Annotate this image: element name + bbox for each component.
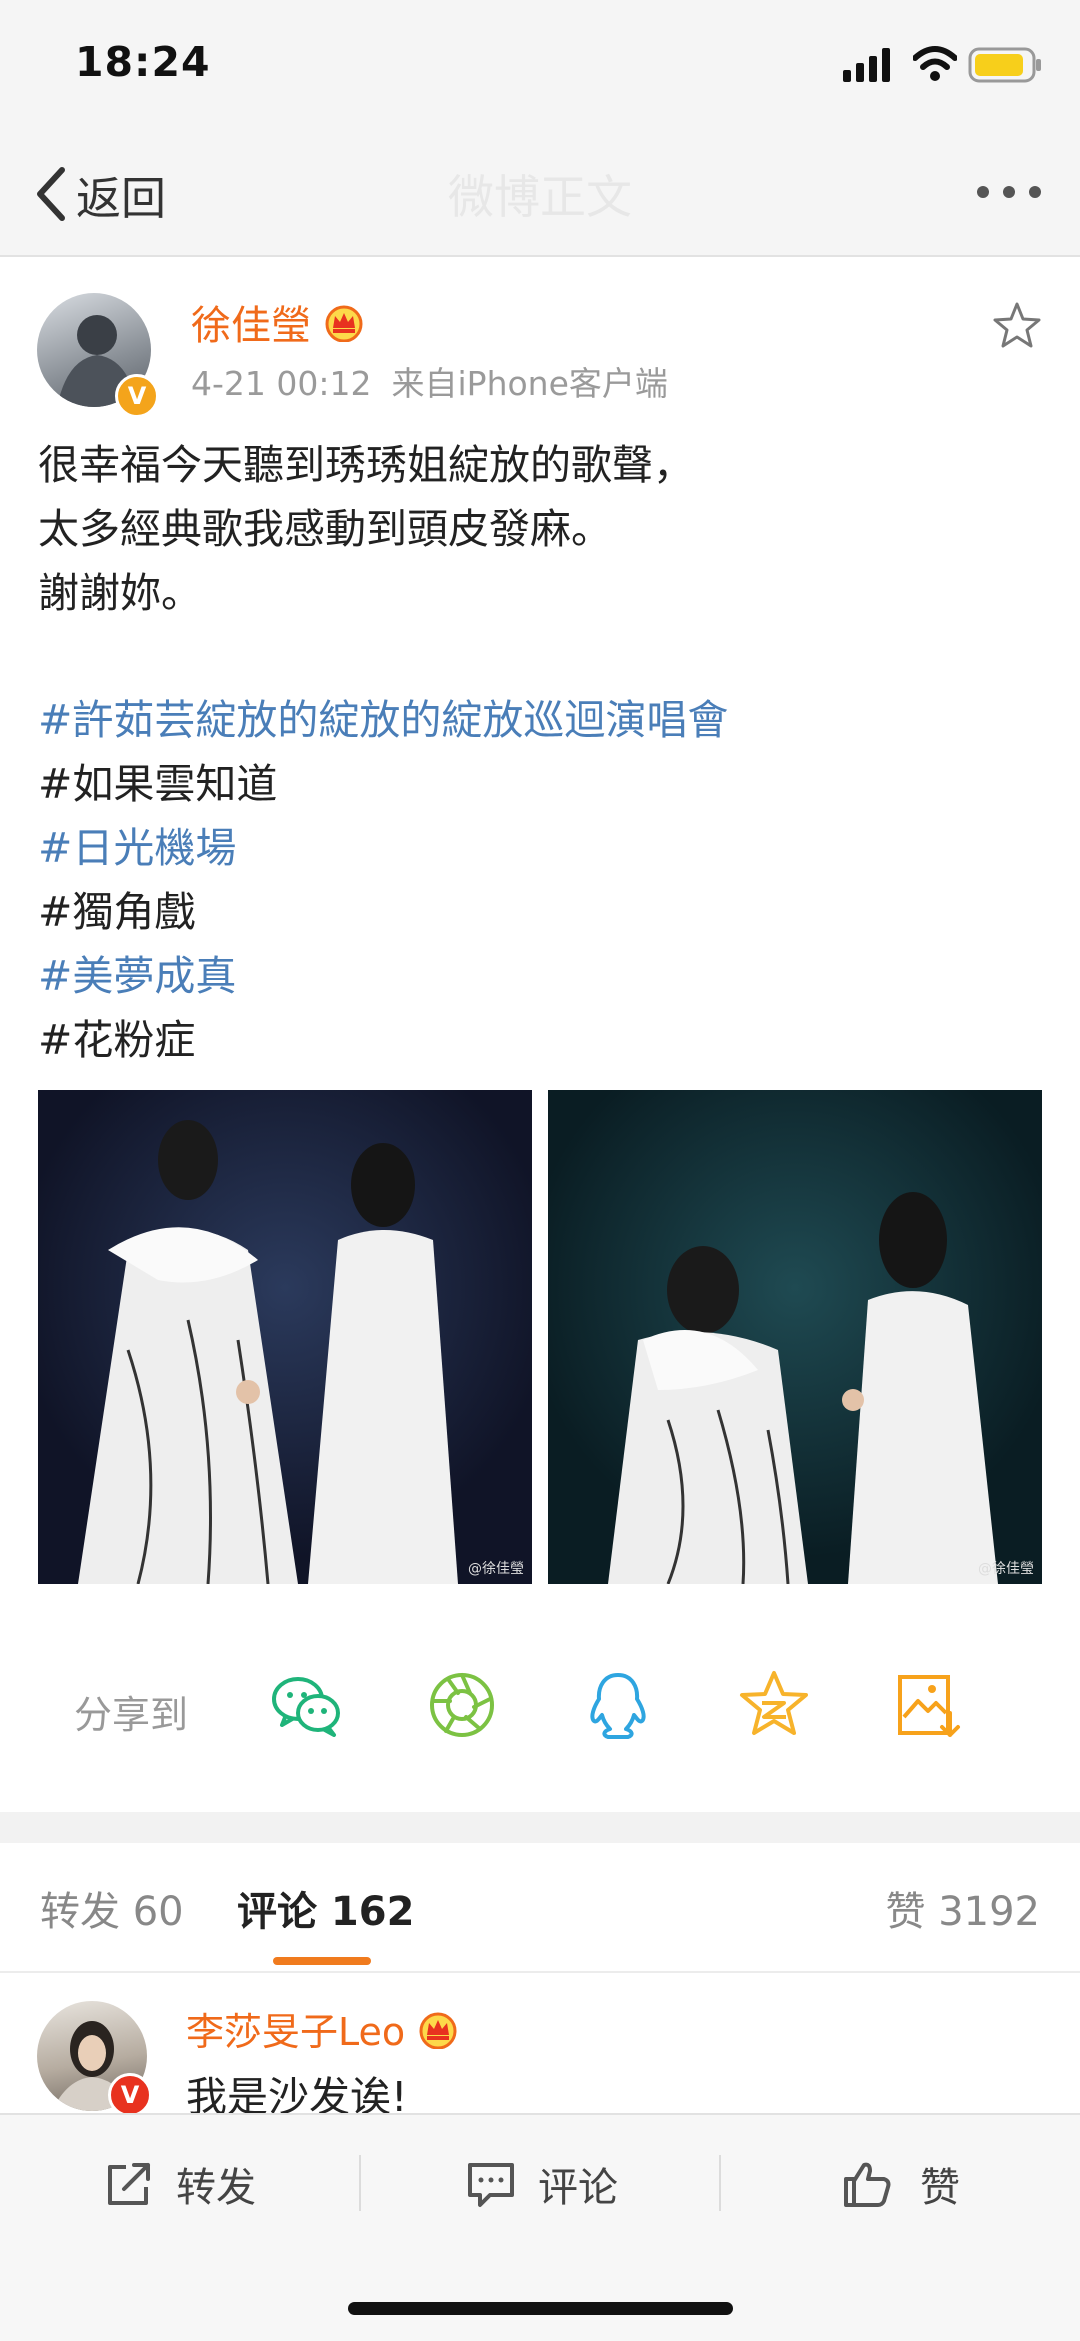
page-title: 微博正文 bbox=[448, 170, 632, 224]
status-bar: 18:24 bbox=[0, 0, 1080, 135]
comment-text: 我是沙发诶! bbox=[186, 2073, 408, 2113]
nav-bar: 返回 微博正文 bbox=[0, 135, 1080, 257]
active-tab-indicator bbox=[273, 1957, 371, 1965]
post-card: V 徐佳瑩 4-21 00:12 来自iPhone客户端 很幸福今天聽到琇琇姐綻放… bbox=[0, 257, 1080, 1812]
comment-button[interactable]: 评论 bbox=[466, 2155, 618, 2213]
tab-like[interactable]: 赞 3192 bbox=[885, 1879, 1040, 1937]
save-image-icon[interactable] bbox=[892, 1667, 968, 1743]
like-button[interactable]: 赞 bbox=[842, 2155, 960, 2213]
interaction-tabs: 转发 60 评论 162 赞 3192 bbox=[0, 1843, 1080, 1973]
photo-watermark: @徐佳瑩 bbox=[468, 1561, 524, 1577]
post-source: 来自iPhone客户端 bbox=[391, 364, 668, 403]
post-text-line: 太多經典歌我感動到頭皮發麻。 bbox=[38, 505, 612, 553]
tab-repost[interactable]: 转发 60 bbox=[40, 1879, 184, 1937]
status-time: 18:24 bbox=[75, 38, 211, 86]
post-meta: 4-21 00:12 来自iPhone客户端 bbox=[191, 357, 668, 405]
signal-icon bbox=[843, 48, 890, 82]
author-name[interactable]: 徐佳瑩 bbox=[191, 293, 311, 351]
repost-label: 转发 bbox=[176, 2165, 256, 2211]
crown-badge-icon bbox=[325, 305, 363, 342]
post-photo[interactable]: @徐佳瑩 bbox=[38, 1090, 532, 1584]
toolbar-divider bbox=[719, 2155, 721, 2211]
share-label: 分享到 bbox=[74, 1693, 189, 1737]
share-row: 分享到 bbox=[0, 1662, 1080, 1762]
comment-item: V 李莎旻子Leo 我是沙发诶! bbox=[0, 1973, 1080, 2113]
thumbs-up-icon bbox=[844, 2162, 891, 2207]
photo-watermark: @徐佳瑩 bbox=[978, 1561, 1034, 1577]
comment-icon bbox=[468, 2163, 514, 2207]
toolbar-divider bbox=[359, 2155, 361, 2211]
bottom-toolbar: 转发 评论 赞 bbox=[0, 2113, 1080, 2341]
more-icon[interactable] bbox=[976, 185, 1042, 199]
hashtag-link[interactable]: #日光機場 bbox=[38, 816, 1048, 880]
comment-label: 评论 bbox=[538, 2165, 618, 2211]
crown-badge-icon bbox=[419, 2012, 457, 2049]
tab-comment[interactable]: 评论 162 bbox=[237, 1879, 414, 1937]
battery-icon bbox=[968, 47, 1041, 83]
hashtag-link[interactable]: #美夢成真 bbox=[38, 944, 1048, 1008]
repost-icon bbox=[108, 2163, 150, 2205]
qzone-icon[interactable] bbox=[736, 1667, 812, 1743]
commenter-name[interactable]: 李莎旻子Leo bbox=[186, 2001, 405, 2056]
post-time: 4-21 00:12 bbox=[191, 364, 372, 403]
hashtag-text: #花粉症 bbox=[38, 1016, 196, 1064]
wechat-icon[interactable] bbox=[268, 1667, 344, 1743]
commenter-row: 李莎旻子Leo bbox=[186, 2001, 461, 2056]
author-row: 徐佳瑩 bbox=[191, 293, 367, 351]
verified-badge-icon: V bbox=[115, 374, 159, 418]
home-indicator[interactable] bbox=[348, 2302, 733, 2315]
hashtag-text: #如果雲知道 bbox=[38, 760, 278, 808]
hashtag-text: #獨角戲 bbox=[38, 888, 196, 936]
post-photo[interactable]: @徐佳瑩 bbox=[548, 1090, 1042, 1584]
post-text: 很幸福今天聽到琇琇姐綻放的歌聲， 太多經典歌我感動到頭皮發麻。 謝謝妳。 #許茹… bbox=[38, 433, 1048, 1072]
wifi-icon bbox=[913, 46, 957, 81]
qq-icon[interactable] bbox=[580, 1667, 656, 1743]
post-text-line: 很幸福今天聽到琇琇姐綻放的歌聲， bbox=[38, 441, 694, 489]
verified-badge-icon: V bbox=[108, 2073, 152, 2113]
post-text-line: 謝謝妳。 bbox=[38, 569, 202, 617]
favorite-star-icon[interactable] bbox=[992, 301, 1042, 349]
moments-icon[interactable] bbox=[424, 1667, 500, 1743]
repost-button[interactable]: 转发 bbox=[104, 2155, 256, 2213]
like-label: 赞 bbox=[920, 2165, 960, 2211]
hashtag-link[interactable]: #許茹芸綻放的綻放的綻放巡迴演唱會 bbox=[38, 688, 1048, 752]
